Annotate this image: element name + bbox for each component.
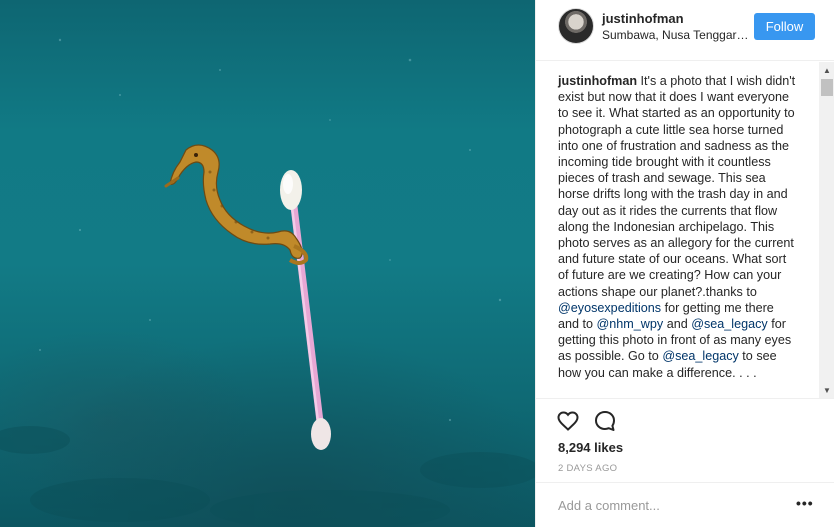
heart-icon[interactable] xyxy=(556,409,580,433)
add-comment-bar: ••• xyxy=(536,482,834,527)
comment-input[interactable] xyxy=(558,495,778,515)
mention-link[interactable]: @sea_legacy xyxy=(662,349,739,363)
user-avatar[interactable] xyxy=(558,8,594,44)
like-count[interactable]: 8,294 likes xyxy=(558,440,623,455)
scrollbar-thumb[interactable] xyxy=(821,79,833,96)
post-actions: 8,294 likes 2 DAYS AGO xyxy=(536,398,834,492)
post-timestamp[interactable]: 2 DAYS AGO xyxy=(558,463,617,474)
follow-button[interactable]: Follow xyxy=(754,13,815,40)
caption-scroll-area[interactable]: justinhofman It's a photo that I wish di… xyxy=(536,62,834,398)
chevron-up-icon[interactable]: ▲ xyxy=(819,62,834,78)
post-caption: justinhofman It's a photo that I wish di… xyxy=(558,73,798,381)
post-header: justinhofman Sumbawa, Nusa Tenggara Bara… xyxy=(536,0,834,61)
caption-text: and xyxy=(663,317,692,332)
post-side-panel: justinhofman Sumbawa, Nusa Tenggara Bara… xyxy=(535,0,834,527)
mention-link[interactable]: @nhm_wpy xyxy=(597,317,664,331)
more-options-icon[interactable]: ••• xyxy=(796,495,814,511)
post-location[interactable]: Sumbawa, Nusa Tenggara Barat xyxy=(602,28,752,42)
mention-link[interactable]: @eyosexpeditions xyxy=(558,301,661,315)
caption-text: It's a photo that I wish didn't exist bu… xyxy=(558,74,796,299)
caption-scrollbar[interactable]: ▲ ▼ xyxy=(819,62,834,398)
comment-bubble-icon[interactable] xyxy=(593,409,617,433)
post-photo[interactable] xyxy=(0,0,535,527)
caption-username[interactable]: justinhofman xyxy=(558,74,637,88)
chevron-down-icon[interactable]: ▼ xyxy=(819,382,834,398)
seahorse-cotton-swab-image xyxy=(0,38,535,527)
post-username[interactable]: justinhofman xyxy=(602,11,684,26)
mention-link[interactable]: @sea_legacy xyxy=(691,317,768,331)
